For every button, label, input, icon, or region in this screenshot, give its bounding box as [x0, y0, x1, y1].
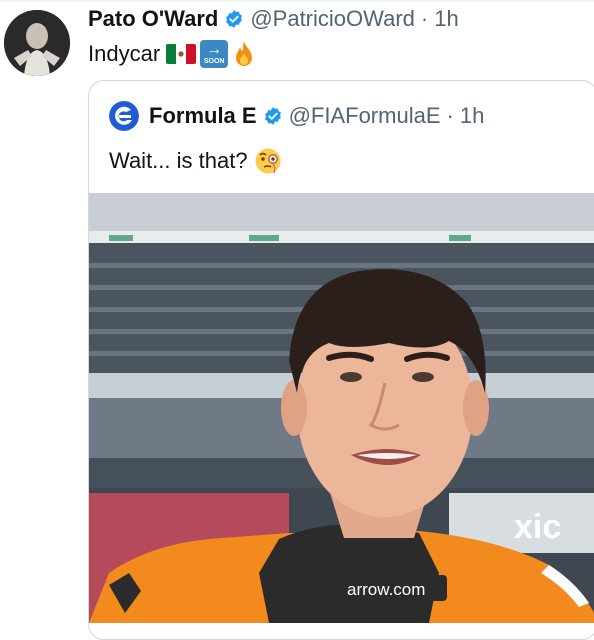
soon-arrow-icon: → SOON: [200, 40, 229, 68]
jersey-text: arrow.com: [347, 580, 425, 599]
tweet-header: Pato O'Ward @PatricioOWard · 1h: [88, 4, 459, 34]
video-thumbnail[interactable]: xic arrow.com: [89, 193, 594, 623]
verified-badge-icon: [264, 107, 281, 125]
banner-text: xic: [514, 508, 561, 546]
quoted-author-handle[interactable]: @FIAFormulaE: [289, 103, 441, 129]
separator-dot: ·: [446, 103, 454, 128]
verified-badge-icon: [226, 10, 243, 28]
soon-label: SOON: [203, 58, 225, 65]
quoted-timestamp[interactable]: 1h: [460, 103, 484, 129]
quoted-tweet-header: Formula E @FIAFormulaE · 1h: [109, 101, 484, 131]
video-frame: xic arrow.com: [89, 193, 594, 623]
quoted-tweet-card[interactable]: Formula E @FIAFormulaE · 1h Wait... is t…: [88, 80, 594, 640]
avatar[interactable]: [4, 10, 70, 76]
formula-e-logo-icon[interactable]: [109, 101, 139, 131]
tweet-text-content: Indycar: [88, 41, 161, 66]
face-with-monocle-icon: [255, 148, 281, 174]
author-handle[interactable]: @PatricioOWard: [250, 6, 415, 32]
separator-dot: ·: [420, 6, 429, 31]
quoted-tweet-text: Wait... is that?: [109, 147, 282, 175]
quoted-tweet-text-content: Wait... is that?: [109, 148, 248, 173]
author-name[interactable]: Pato O'Ward: [88, 6, 218, 32]
divider: [0, 0, 594, 2]
fire-icon: [236, 41, 253, 66]
mexico-flag-icon: [166, 44, 197, 64]
tweet-text: Indycar → SOON: [88, 40, 256, 68]
quoted-author-name[interactable]: Formula E: [149, 103, 257, 129]
timestamp[interactable]: 1h: [434, 6, 458, 32]
